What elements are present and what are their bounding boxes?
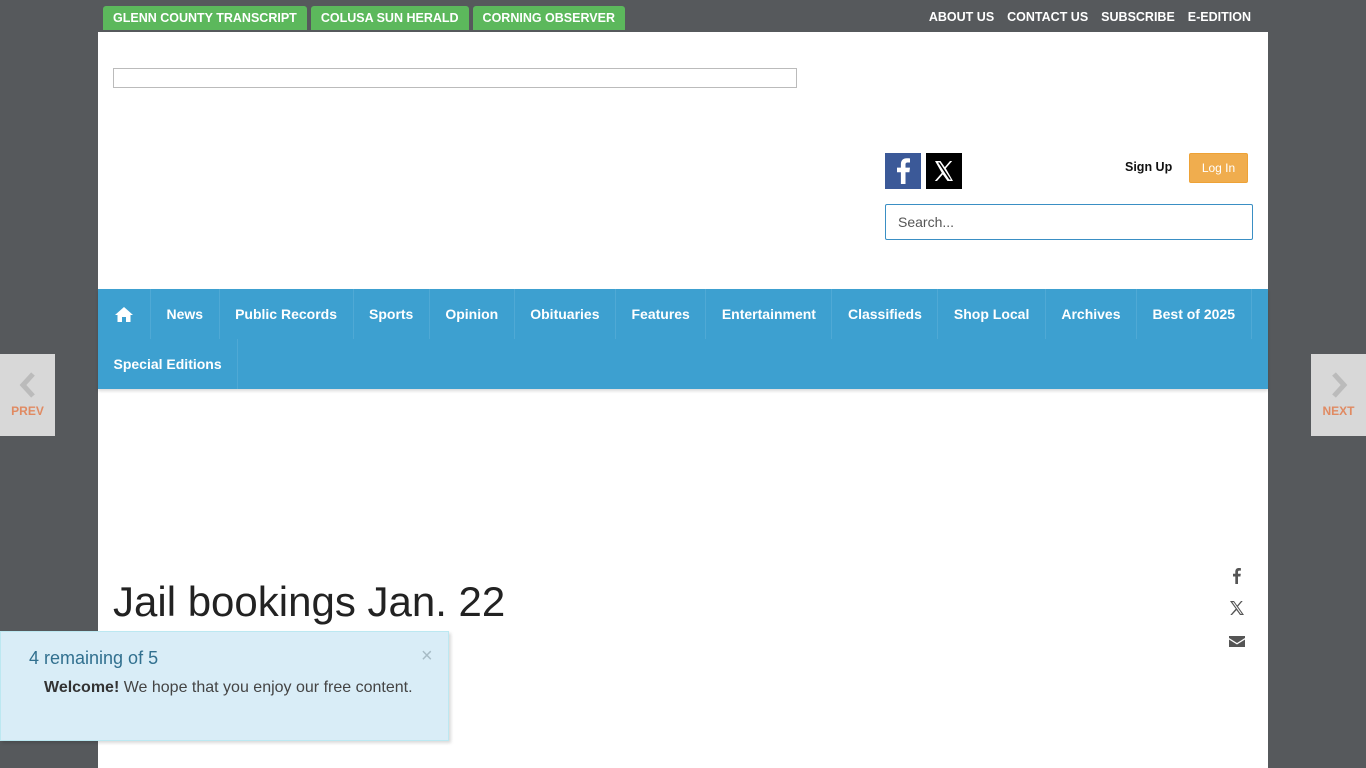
facebook-share-icon[interactable] [1228, 566, 1246, 584]
nav-entertainment[interactable]: Entertainment [706, 289, 833, 339]
log-in-button[interactable]: Log In [1189, 153, 1248, 183]
notice-title: 4 remaining of 5 [29, 648, 159, 668]
chevron-left-icon [19, 372, 35, 398]
contact-us-link[interactable]: CONTACT US [1007, 10, 1088, 24]
sister-sites: GLENN COUNTY TRANSCRIPT COLUSA SUN HERAL… [103, 6, 625, 30]
e-edition-link[interactable]: E-EDITION [1188, 10, 1251, 24]
facebook-button[interactable] [885, 153, 921, 189]
nav-row-2: Special Editions [98, 339, 1268, 389]
prev-article-button[interactable]: PREV [0, 354, 55, 436]
share-tools [1228, 566, 1246, 665]
next-label: NEXT [1322, 404, 1355, 418]
x-button[interactable] [926, 153, 962, 189]
nav-obituaries[interactable]: Obituaries [515, 289, 616, 339]
sister-site-corning[interactable]: CORNING OBSERVER [472, 6, 625, 30]
nav-archives[interactable]: Archives [1046, 289, 1138, 339]
nav-opinion[interactable]: Opinion [430, 289, 515, 339]
metered-content-notice: 4 remaining of 5 × Welcome! We hope that… [0, 631, 449, 741]
nav-public-records[interactable]: Public Records [220, 289, 354, 339]
sister-site-glenn[interactable]: GLENN COUNTY TRANSCRIPT [103, 6, 307, 30]
search-input[interactable] [885, 204, 1253, 240]
next-article-button[interactable]: NEXT [1311, 354, 1366, 436]
sister-site-colusa[interactable]: COLUSA SUN HERALD [310, 6, 469, 30]
prev-label: PREV [11, 404, 44, 418]
nav-best-of-2025[interactable]: Best of 2025 [1137, 289, 1252, 339]
sign-up-link[interactable]: Sign Up [1125, 160, 1172, 174]
nav-features[interactable]: Features [616, 289, 707, 339]
nav-row-1: News Public Records Sports Opinion Obitu… [98, 289, 1268, 339]
site-logo-image[interactable] [113, 68, 797, 88]
x-icon [934, 161, 953, 181]
nav-sports[interactable]: Sports [354, 289, 430, 339]
nav-home[interactable] [98, 289, 151, 339]
notice-welcome: Welcome! [44, 679, 120, 696]
about-us-link[interactable]: ABOUT US [929, 10, 994, 24]
notice-text: We hope that you enjoy our free content. [119, 679, 413, 696]
nav-news[interactable]: News [151, 289, 220, 339]
home-icon [115, 306, 133, 322]
article-headline: Jail bookings Jan. 22 [113, 578, 506, 625]
nav-special-editions[interactable]: Special Editions [98, 339, 239, 389]
close-icon[interactable]: × [421, 646, 433, 666]
nav-classifieds[interactable]: Classifieds [832, 289, 939, 339]
notice-message: Welcome! We hope that you enjoy our free… [44, 679, 413, 697]
top-bar: GLENN COUNTY TRANSCRIPT COLUSA SUN HERAL… [0, 0, 1366, 32]
main-nav: News Public Records Sports Opinion Obitu… [98, 289, 1268, 389]
facebook-icon [897, 158, 910, 184]
email-share-icon[interactable] [1228, 632, 1246, 650]
chevron-right-icon [1331, 372, 1347, 398]
x-share-icon[interactable] [1228, 599, 1246, 617]
nav-shop-local[interactable]: Shop Local [938, 289, 1046, 339]
top-links: ABOUT US CONTACT US SUBSCRIBE E-EDITION [929, 10, 1251, 24]
subscribe-link[interactable]: SUBSCRIBE [1101, 10, 1175, 24]
